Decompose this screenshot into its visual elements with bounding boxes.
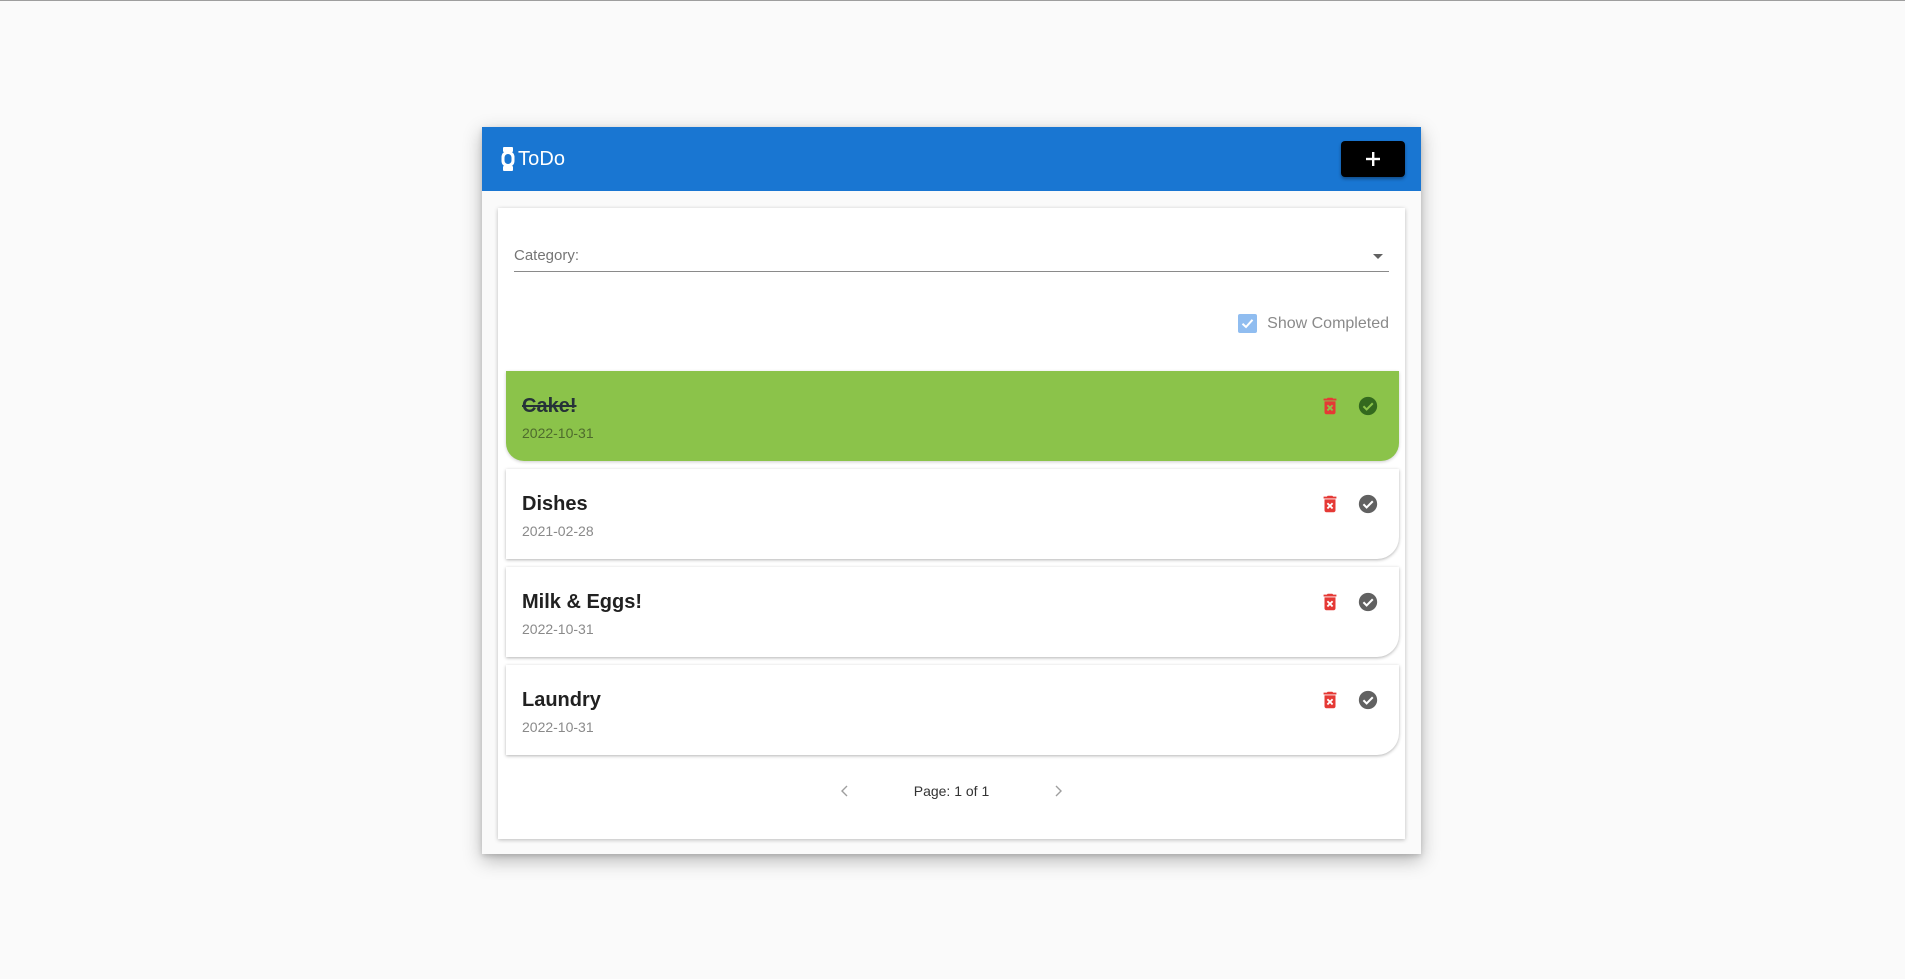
delete-forever-icon	[1323, 691, 1337, 709]
todo-item: Dishes 2021-02-28	[506, 469, 1399, 559]
todo-title: Milk & Eggs!	[522, 591, 643, 613]
plus-icon	[1366, 152, 1380, 166]
category-select[interactable]: Category:	[514, 232, 1389, 272]
todo-date: 2022-10-31	[522, 621, 594, 637]
show-completed-toggle[interactable]: Show Completed	[1238, 314, 1389, 333]
next-page-button[interactable]	[1043, 776, 1073, 806]
delete-button[interactable]	[1319, 689, 1341, 711]
todo-item: Cake! 2022-10-31	[506, 371, 1399, 461]
delete-forever-icon	[1323, 593, 1337, 611]
page-indicator: Page: 1 of 1	[913, 783, 990, 799]
delete-button[interactable]	[1319, 591, 1341, 613]
todo-date: 2022-10-31	[522, 425, 594, 441]
todo-item: Laundry 2022-10-31	[506, 665, 1399, 755]
top-border	[0, 0, 1905, 1]
complete-button[interactable]	[1357, 395, 1379, 417]
delete-forever-icon	[1323, 397, 1337, 415]
todo-date: 2022-10-31	[522, 719, 594, 735]
app-title: ToDo	[518, 147, 566, 170]
todo-card: Category: Show Completed Cake! 2022-10-3…	[498, 208, 1405, 839]
todo-title: Cake!	[522, 395, 577, 417]
app-toolbar: ToDo	[482, 127, 1421, 191]
previous-page-button[interactable]	[830, 776, 860, 806]
check-circle-icon	[1358, 690, 1378, 710]
check-circle-icon	[1358, 494, 1378, 514]
todo-title: Laundry	[522, 689, 601, 711]
complete-button[interactable]	[1357, 689, 1379, 711]
complete-button[interactable]	[1357, 493, 1379, 515]
pagination: Page: 1 of 1	[498, 776, 1405, 806]
delete-button[interactable]	[1319, 395, 1341, 417]
category-label: Category:	[514, 247, 580, 264]
delete-forever-icon	[1323, 495, 1337, 513]
todo-title: Dishes	[522, 493, 588, 515]
dropdown-arrow-icon	[1373, 254, 1383, 259]
watch-icon	[500, 146, 516, 172]
show-completed-checkbox[interactable]	[1238, 314, 1258, 333]
chevron-right-icon	[1055, 785, 1063, 797]
todo-app: ToDo Category: Show Completed Cake! 2022…	[482, 127, 1421, 854]
todo-list: Cake! 2022-10-31 Dishes 2021-02-28 Milk …	[506, 371, 1399, 763]
todo-item: Milk & Eggs! 2022-10-31	[506, 567, 1399, 657]
show-completed-label: Show Completed	[1267, 314, 1389, 332]
delete-button[interactable]	[1319, 493, 1341, 515]
check-circle-icon	[1358, 396, 1378, 416]
chevron-left-icon	[840, 785, 848, 797]
check-circle-icon	[1358, 592, 1378, 612]
checkmark-icon	[1241, 319, 1254, 329]
brand: ToDo	[500, 146, 565, 172]
add-todo-button[interactable]	[1341, 141, 1405, 177]
complete-button[interactable]	[1357, 591, 1379, 613]
todo-date: 2021-02-28	[522, 523, 594, 539]
